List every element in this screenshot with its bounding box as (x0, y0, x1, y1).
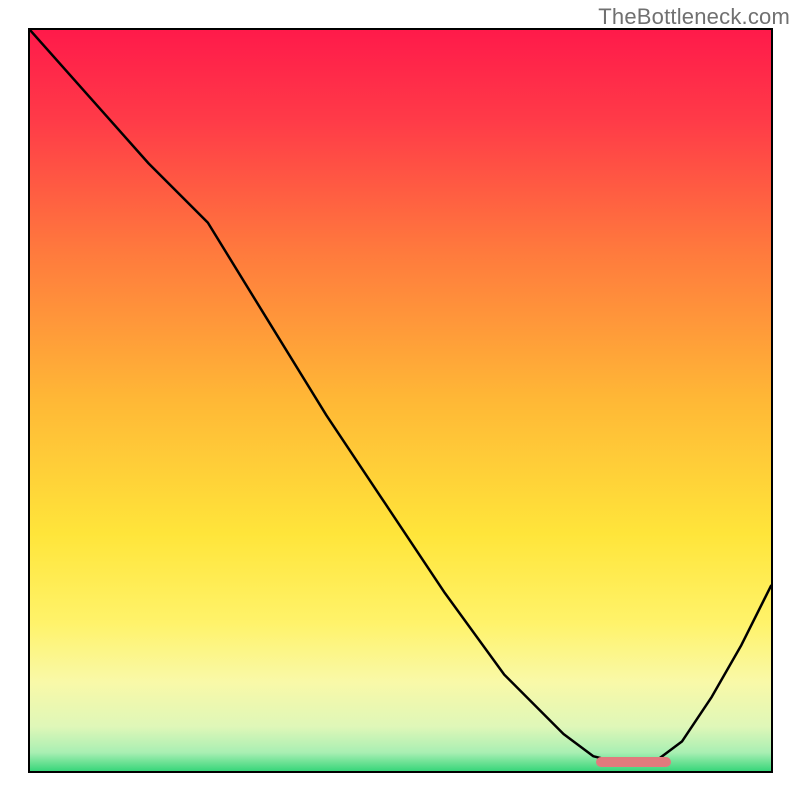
watermark-text: TheBottleneck.com (598, 4, 790, 30)
plot-area (28, 28, 773, 773)
optimal-range-marker (596, 757, 671, 767)
bottleneck-curve (30, 30, 771, 771)
chart-container: TheBottleneck.com (0, 0, 800, 800)
